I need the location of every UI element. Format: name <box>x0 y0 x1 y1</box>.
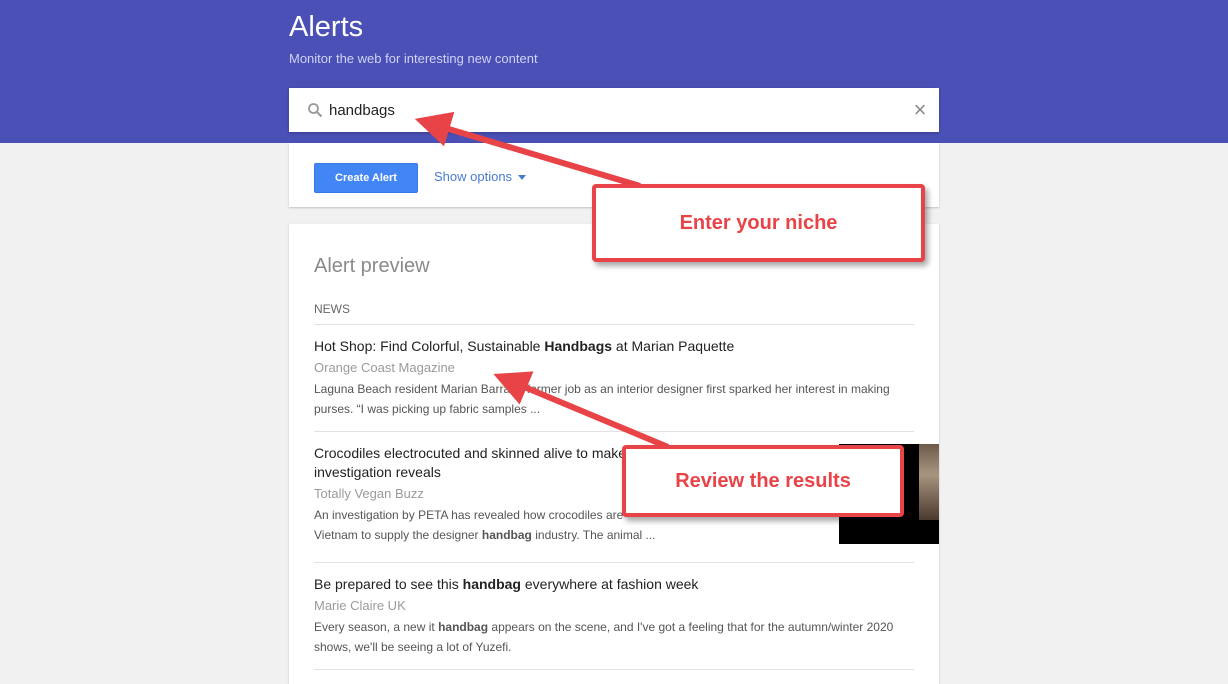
item-source: Orange Coast Magazine <box>314 360 455 375</box>
divider <box>314 562 914 563</box>
list-item: Hot Shop: Find Colorful, Sustainable Han… <box>314 337 914 419</box>
item-title-link[interactable]: Be prepared to see this handbag everywhe… <box>314 575 914 594</box>
divider <box>314 431 914 432</box>
section-label-news: NEWS <box>314 302 350 316</box>
caret-down-icon <box>518 175 527 181</box>
page-title: Alerts <box>289 11 364 43</box>
list-item: Be prepared to see this handbag everywhe… <box>314 575 914 657</box>
callout-review-results: Review the results <box>622 445 904 517</box>
divider <box>314 669 914 670</box>
thumbnail-image <box>919 444 939 520</box>
page-subtitle: Monitor the web for interesting new cont… <box>289 51 538 66</box>
search-box[interactable]: × <box>289 88 939 132</box>
divider <box>314 324 914 325</box>
show-options-link[interactable]: Show options <box>434 169 527 184</box>
preview-title: Alert preview <box>314 255 430 277</box>
item-snippet: Laguna Beach resident Marian Barra, a fo… <box>314 382 890 416</box>
show-options-label: Show options <box>434 169 513 184</box>
item-title-link[interactable]: Hot Shop: Find Colorful, Sustainable Han… <box>314 337 914 356</box>
create-alert-button[interactable]: Create Alert <box>314 163 418 193</box>
callout-enter-niche: Enter your niche <box>592 184 925 262</box>
item-snippet: Every season, a new it handbag appears o… <box>314 620 894 654</box>
item-source: Marie Claire UK <box>314 598 406 613</box>
search-icon <box>308 103 323 118</box>
search-input[interactable] <box>329 98 889 122</box>
close-icon[interactable]: × <box>911 99 929 121</box>
